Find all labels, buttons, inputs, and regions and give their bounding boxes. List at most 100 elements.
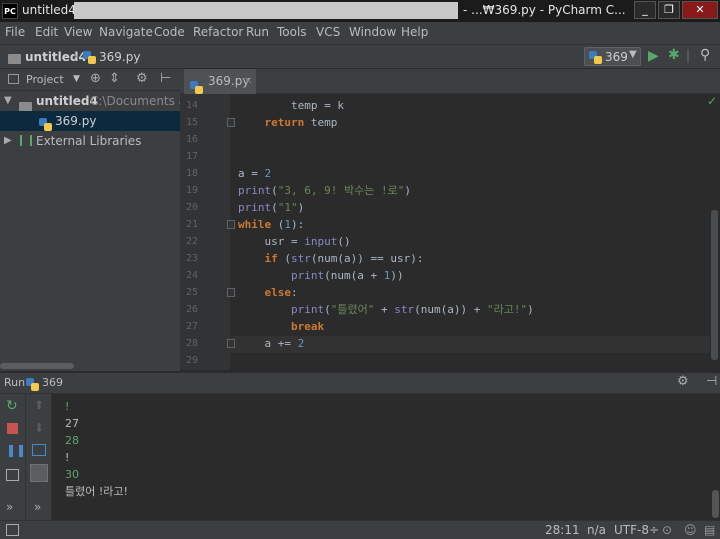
folder-icon bbox=[8, 51, 21, 65]
line-separator[interactable]: n/a bbox=[587, 523, 606, 537]
menu-refactor[interactable]: Refactor bbox=[193, 25, 243, 39]
code-line: if (str(num(a)) == usr): bbox=[264, 252, 424, 265]
menu-edit[interactable]: Edit bbox=[35, 25, 58, 39]
tree-item-label: untitled4 bbox=[36, 94, 98, 108]
debug-icon[interactable]: ✱ bbox=[668, 47, 680, 63]
pause-icon[interactable]: ❚❚ bbox=[6, 443, 26, 457]
code-line: return temp bbox=[264, 116, 338, 129]
close-button[interactable]: ✕ bbox=[682, 1, 718, 19]
tree-item-project-root[interactable]: ▼ untitled4 C:\Documents and bbox=[0, 91, 180, 111]
close-tab-icon[interactable]: ✕ bbox=[244, 69, 252, 94]
line-number: 24 bbox=[185, 270, 198, 281]
soft-wrap-icon[interactable] bbox=[32, 444, 46, 456]
horizontal-scrollbar[interactable] bbox=[0, 363, 74, 369]
console-scrollbar-thumb[interactable] bbox=[712, 490, 719, 518]
python-file-icon bbox=[589, 50, 602, 64]
code-line: print(num(a + 1)) bbox=[290, 269, 404, 282]
chevron-down-icon[interactable]: ▼ bbox=[73, 74, 80, 84]
more-icon[interactable]: » bbox=[34, 500, 41, 514]
line-number: 28 bbox=[185, 338, 198, 349]
maximize-button[interactable]: ❐ bbox=[658, 1, 680, 19]
inspector-icon[interactable]: ☺ bbox=[684, 523, 697, 537]
gear-icon[interactable]: ⚙ bbox=[677, 374, 689, 389]
down-arrow-icon[interactable]: ⬇ bbox=[34, 421, 44, 435]
project-view-icon bbox=[8, 74, 19, 84]
menu-tools[interactable]: Tools bbox=[277, 25, 307, 39]
gear-icon[interactable]: ⚙ bbox=[136, 71, 148, 86]
minimize-button[interactable]: _ bbox=[634, 1, 656, 19]
editor-scrollbar-thumb[interactable] bbox=[711, 210, 718, 360]
tree-item-path: C:\Documents and bbox=[90, 94, 180, 108]
line-number: 20 bbox=[185, 202, 198, 213]
breadcrumb-separator-icon: › bbox=[73, 49, 78, 63]
fold-marker-icon[interactable] bbox=[227, 220, 235, 229]
rerun-icon[interactable]: ↻ bbox=[6, 398, 18, 414]
stop-icon[interactable] bbox=[7, 423, 18, 434]
code-line: else: bbox=[264, 286, 298, 299]
dump-threads-icon[interactable] bbox=[6, 469, 19, 481]
inspection-ok-icon: ✓ bbox=[707, 94, 718, 108]
code-line: usr = input() bbox=[238, 235, 351, 248]
line-number: 27 bbox=[185, 321, 198, 332]
code-line: temp = k bbox=[238, 99, 344, 112]
run-icon[interactable]: ▶ bbox=[648, 48, 659, 64]
locate-icon[interactable]: ⊕ bbox=[90, 71, 101, 86]
console-output[interactable] bbox=[52, 394, 720, 520]
console-line: 28 bbox=[65, 434, 79, 447]
up-arrow-icon[interactable]: ⬆ bbox=[34, 398, 44, 412]
tree-item-label: External Libraries bbox=[36, 134, 142, 148]
project-panel-title[interactable]: Project bbox=[26, 73, 64, 86]
file-encoding[interactable]: UTF-8÷ bbox=[614, 523, 659, 537]
line-number: 23 bbox=[185, 253, 198, 264]
menu-bar: File Edit View Navigate Code Refactor Ru… bbox=[0, 22, 720, 44]
more-icon[interactable]: » bbox=[6, 500, 13, 514]
console-toolbar: ⬆ ⬇ » bbox=[26, 394, 52, 520]
lock-icon[interactable]: ⊙ bbox=[662, 523, 672, 537]
menu-run[interactable]: Run bbox=[246, 25, 269, 39]
menu-code[interactable]: Code bbox=[154, 25, 185, 39]
tree-item-369-py[interactable]: 369.py bbox=[0, 111, 180, 131]
toolbar-divider bbox=[687, 49, 689, 63]
fold-marker-icon[interactable] bbox=[227, 339, 235, 348]
window-title: - ...₩369.py - PyCharm C... bbox=[463, 3, 626, 17]
run-config-selector[interactable]: 369 ▼ bbox=[584, 47, 641, 66]
tab-369-py[interactable]: 369.py ✕ bbox=[184, 69, 256, 94]
menu-window[interactable]: Window bbox=[349, 25, 396, 39]
project-tree: ▼ untitled4 C:\Documents and 369.py ▶ Ex… bbox=[0, 91, 180, 371]
menu-vcs[interactable]: VCS bbox=[316, 25, 340, 39]
navigation-bar: untitled4 › 369.py 369 ▼ ▶ ✱ ⚲ bbox=[0, 44, 720, 69]
pycharm-logo-icon: PC bbox=[2, 3, 18, 19]
menu-navigate[interactable]: Navigate bbox=[99, 25, 153, 39]
menu-view[interactable]: View bbox=[64, 25, 92, 39]
caret-position[interactable]: 28:11 bbox=[545, 523, 580, 537]
hide-panel-icon[interactable]: ⊣ bbox=[706, 374, 717, 389]
console-line: 27 bbox=[65, 417, 79, 430]
code-line: a += 2 bbox=[238, 337, 305, 350]
code-line: while (1): bbox=[238, 218, 305, 231]
run-config-name: 369 bbox=[42, 376, 63, 389]
event-log-icon[interactable]: ▤ bbox=[704, 523, 715, 537]
tree-item-external-libraries[interactable]: ▶ External Libraries bbox=[0, 131, 180, 151]
menu-file[interactable]: File bbox=[5, 25, 25, 39]
code-line: print("틀렸어" + str(num(a)) + "라고!") bbox=[290, 303, 534, 316]
breadcrumb-file[interactable]: 369.py bbox=[99, 50, 140, 64]
hide-panel-icon[interactable]: ⊢ bbox=[160, 71, 171, 86]
collapse-all-icon[interactable]: ⇕ bbox=[109, 71, 120, 86]
code-line: a = 2 bbox=[238, 167, 272, 180]
code-line: break bbox=[290, 320, 325, 333]
status-bar: 28:11 n/a UTF-8÷ ⊙ ☺ ▤ bbox=[0, 520, 720, 539]
editor-tab-bar: 369.py ✕ bbox=[180, 69, 720, 94]
title-bar: PC untitled4 - ...₩369.py - PyCharm C...… bbox=[0, 0, 720, 22]
fold-marker-icon[interactable] bbox=[227, 288, 235, 297]
search-icon[interactable]: ⚲ bbox=[700, 47, 710, 63]
scroll-to-end-icon[interactable] bbox=[30, 464, 48, 482]
run-config-label: 369 bbox=[605, 50, 628, 64]
console-line: 틀렸어 !라고! bbox=[65, 485, 128, 498]
line-number: 25 bbox=[185, 287, 198, 298]
fold-marker-icon[interactable] bbox=[227, 118, 235, 127]
menu-help[interactable]: Help bbox=[401, 25, 428, 39]
line-number: 29 bbox=[185, 355, 198, 366]
tool-windows-icon[interactable] bbox=[6, 524, 19, 536]
chevron-down-icon: ▼ bbox=[629, 49, 637, 60]
console-line: 30 bbox=[65, 468, 79, 481]
